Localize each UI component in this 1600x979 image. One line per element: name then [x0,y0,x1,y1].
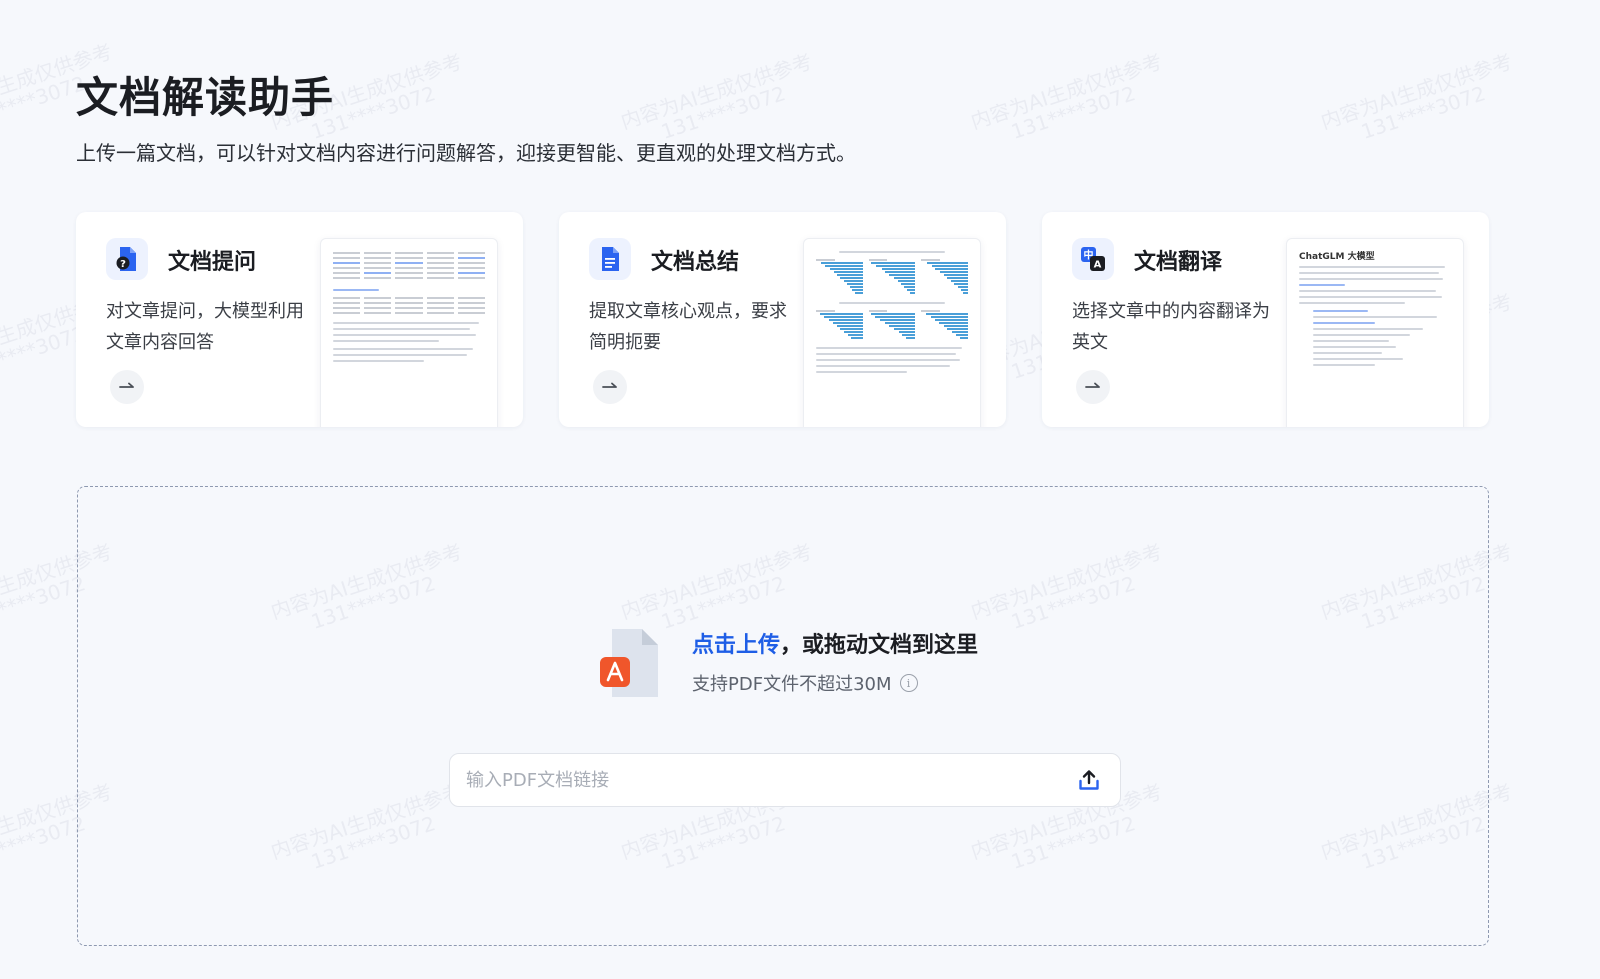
doc-question-icon: ? [106,238,148,280]
card-enter-button[interactable] [1076,370,1110,404]
card-doc-translate[interactable]: 中 A 文档翻译 选择文章中的内容翻译为英文 ChatGLM 大模型 [1042,212,1489,427]
card-description: 对文章提问，大模型利用文章内容回答 [106,301,304,353]
info-icon[interactable]: i [899,674,918,692]
doc-summary-icon [589,238,631,280]
svg-text:A: A [1094,260,1102,271]
page-title: 文档解读助手 [76,73,335,122]
card-description: 提取文章核心观点，要求简明扼要 [589,301,787,353]
pdf-url-input[interactable] [466,769,1074,791]
upload-dropzone[interactable]: 点击上传，或拖动文档到这里 支持PDF文件不超过30M i [77,486,1489,946]
click-upload-link[interactable]: 点击上传 [692,633,780,658]
upload-icon [1079,770,1099,790]
page-subtitle: 上传一篇文档，可以针对文档内容进行问题解答，迎接更智能、更直观的处理文档方式。 [76,141,856,165]
card-doc-question[interactable]: ? 文档提问 对文章提问，大模型利用文章内容回答 [76,212,523,427]
pdf-url-bar [449,753,1121,807]
upload-title: 点击上传，或拖动文档到这里 [692,630,978,662]
card-title: 文档提问 [168,250,257,275]
pdf-file-icon [600,629,658,697]
card-doc-summary[interactable]: 文档总结 提取文章核心观点，要求简明扼要 [559,212,1006,427]
upload-title-rest: ，或拖动文档到这里 [780,633,979,658]
document-preview-thumbnail [320,238,498,427]
document-preview-thumbnail [803,238,981,427]
card-enter-button[interactable] [593,370,627,404]
card-title: 文档翻译 [1134,250,1223,275]
upload-prompt: 点击上传，或拖动文档到这里 支持PDF文件不超过30M i [598,627,978,699]
url-upload-button[interactable] [1074,765,1104,795]
card-description: 选择文章中的内容翻译为英文 [1072,301,1270,353]
watermark: 内容为AI生成仅供参考131****3072 [967,49,1166,144]
arrow-right-icon [119,382,134,388]
upload-hint: 支持PDF文件不超过30M i [692,670,978,696]
feature-cards: ? 文档提问 对文章提问，大模型利用文章内容回答 文档总结 提取文章核心观点，要… [76,212,1489,427]
page-header: 文档解读助手 上传一篇文档，可以针对文档内容进行问题解答，迎接更智能、更直观的处… [76,68,856,168]
watermark: 内容为AI生成仅供参考131****3072 [1317,49,1516,144]
upload-hint-text: 支持PDF文件不超过30M [692,674,892,695]
preview-title: ChatGLM 大模型 [1299,252,1375,262]
upload-text-group: 点击上传，或拖动文档到这里 支持PDF文件不超过30M i [692,630,978,696]
arrow-right-icon [602,382,617,388]
card-enter-button[interactable] [110,370,144,404]
svg-text:?: ? [120,259,126,270]
document-preview-thumbnail: ChatGLM 大模型 [1286,238,1464,427]
doc-translate-icon: 中 A [1072,238,1114,280]
arrow-right-icon [1085,382,1100,388]
card-title: 文档总结 [651,250,740,275]
